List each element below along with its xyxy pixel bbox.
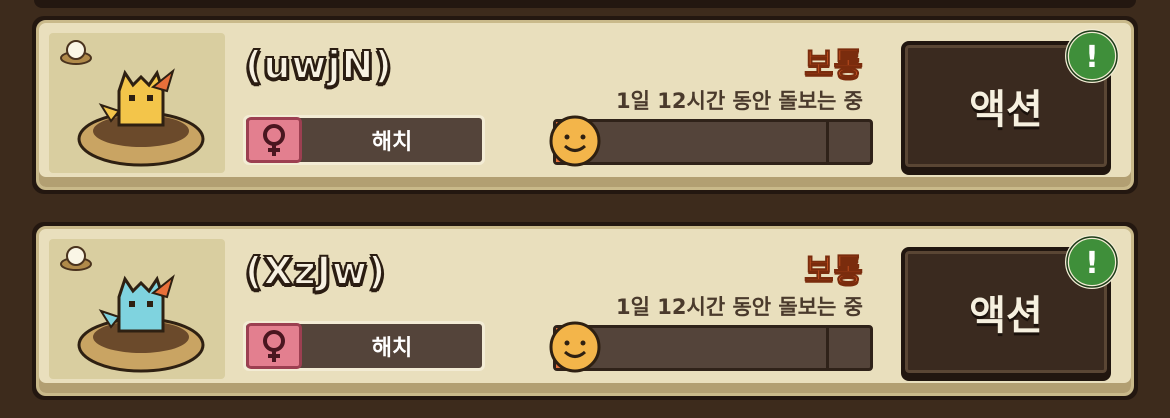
smiley-icon — [549, 115, 601, 167]
pet-name: (XzJw) — [244, 248, 387, 294]
pet-card-body: (XzJw) 해치 보통 1일 12시간 동안 돌보는 중 액션 ! — [36, 226, 1134, 396]
alert-badge-icon: ! — [1065, 235, 1119, 289]
growth-stage-pill: 해치 — [243, 115, 485, 165]
female-icon — [246, 323, 302, 369]
alert-badge-text: ! — [1085, 246, 1099, 281]
care-time-label: 1일 12시간 동안 돌보는 중 — [616, 89, 863, 113]
female-icon — [246, 117, 302, 163]
growth-stage-pill: 해치 — [243, 321, 485, 371]
mood-bar-divider — [826, 328, 829, 368]
pet-name: (uwjN) — [244, 42, 393, 88]
growth-stage-label: 해치 — [371, 130, 413, 155]
creature-sprite — [77, 274, 205, 373]
mood-bar-divider — [826, 122, 829, 162]
alert-badge-icon: ! — [1065, 29, 1119, 83]
condition-label: 보통 — [804, 45, 864, 84]
alert-badge-text: ! — [1085, 40, 1099, 75]
pet-avatar-panel — [49, 239, 225, 379]
creature-sprite — [77, 68, 205, 167]
previous-card-edge — [34, 0, 1136, 8]
care-time-label: 1일 12시간 동안 돌보는 중 — [616, 295, 863, 319]
pet-avatar-panel — [49, 33, 225, 173]
condition-label: 보통 — [804, 251, 864, 290]
pet-card: (uwjN) 해치 보통 1일 12시간 동안 돌보는 중 액션 ! — [32, 16, 1138, 194]
pet-card-body: (uwjN) 해치 보통 1일 12시간 동안 돌보는 중 액션 ! — [36, 20, 1134, 190]
growth-stage-label: 해치 — [371, 336, 413, 361]
smiley-icon — [549, 321, 601, 373]
pet-card: (XzJw) 해치 보통 1일 12시간 동안 돌보는 중 액션 ! — [32, 222, 1138, 400]
